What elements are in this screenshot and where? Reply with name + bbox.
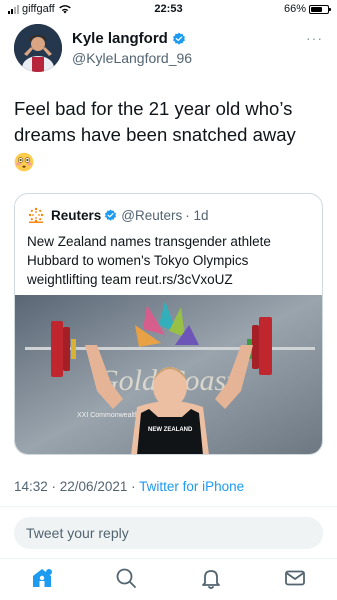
quoted-tweet[interactable]: Reuters @Reuters · 1d New Zealand names …: [14, 193, 323, 455]
battery-icon: [309, 4, 331, 14]
reuters-logo-icon: [27, 206, 45, 224]
search-icon: [116, 568, 136, 588]
avatar-image: [14, 24, 62, 72]
quoted-tweet-age: · 1d: [185, 207, 209, 223]
quoted-author-name: Reuters: [51, 207, 102, 223]
display-name-text: Kyle langford: [72, 30, 168, 47]
tweet-author: Kyle langford @KyleLangford_96 ···: [14, 24, 323, 74]
tweet-meta: 14:32 · 22/06/2021 · Twitter for iPhone: [14, 479, 244, 494]
tweet-text: Feel bad for the 21 year old who’s dream…: [14, 96, 325, 172]
verified-badge-icon: [172, 32, 185, 45]
avatar[interactable]: [14, 24, 62, 72]
tweet-detail-screen: giffgaff 22:53 66% Kyle langford @KyleLa…: [0, 0, 337, 600]
backdrop-small-text: XXI Commonwealth: [77, 412, 139, 419]
battery-percent: 66%: [283, 3, 306, 15]
mail-icon: [285, 570, 305, 586]
unread-dot: [46, 569, 52, 575]
flushed-face-emoji-icon: [14, 152, 34, 172]
bottom-tab-bar: [0, 558, 337, 600]
quoted-tweet-text: New Zealand names transgender athlete Hu…: [27, 234, 271, 287]
tab-home[interactable]: [30, 566, 54, 590]
display-name[interactable]: Kyle langford: [72, 30, 186, 47]
tab-notifications[interactable]: [199, 566, 223, 590]
tweet-source-link[interactable]: Twitter for iPhone: [139, 479, 244, 494]
weightlifter-photo: Gold Coast XXI Commonwealth NEW ZEALAND: [15, 295, 322, 454]
tweet-timestamp: 14:32 · 22/06/2021 ·: [14, 479, 140, 494]
status-bar: giffgaff 22:53 66%: [0, 0, 337, 20]
shirt-text: NEW ZEALAND: [148, 427, 193, 433]
handle[interactable]: @KyleLangford_96: [72, 50, 192, 66]
verified-badge-icon: [105, 209, 117, 221]
battery-fill: [311, 6, 322, 12]
tab-messages[interactable]: [283, 566, 307, 590]
quoted-author-handle: @Reuters: [121, 207, 183, 223]
more-options-icon[interactable]: ···: [306, 30, 323, 46]
tab-search[interactable]: [114, 566, 138, 590]
divider: [0, 506, 337, 507]
reply-input[interactable]: Tweet your reply: [14, 517, 323, 549]
tweet-body: Feel bad for the 21 year old who’s dream…: [14, 98, 296, 145]
quoted-tweet-header: Reuters @Reuters · 1d: [27, 206, 312, 224]
bell-icon: [202, 570, 220, 589]
quoted-tweet-image[interactable]: Gold Coast XXI Commonwealth NEW ZEALAND: [15, 295, 322, 454]
status-right: 66%: [283, 3, 331, 15]
